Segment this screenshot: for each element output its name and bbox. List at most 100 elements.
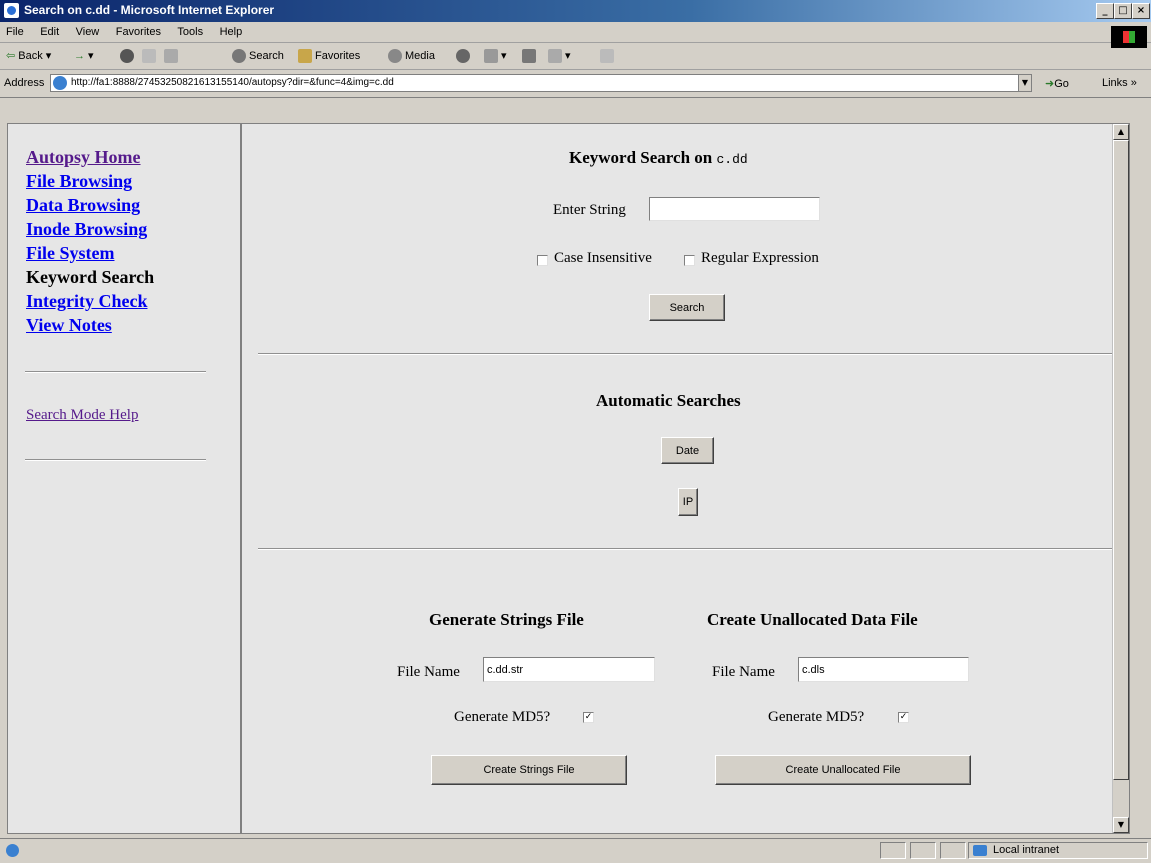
menu-tools[interactable]: Tools: [171, 23, 209, 41]
nav-keyword-search: Keyword Search: [26, 267, 155, 287]
nav-frame: Autopsy Home File Browsing Data Browsing…: [8, 124, 242, 833]
strings-md5-label: Generate MD5?: [454, 709, 551, 725]
date-button[interactable]: Date: [661, 437, 714, 464]
discuss-icon: [600, 49, 614, 63]
regular-expression-checkbox[interactable]: [684, 255, 695, 266]
ie-logo-icon: [4, 3, 19, 18]
section-divider-2: [258, 548, 1117, 550]
nav-divider: [25, 371, 206, 373]
search-mode-help-link[interactable]: Search Mode Help: [26, 407, 138, 424]
nav-data-browsing[interactable]: Data Browsing: [26, 195, 140, 216]
unalloc-file-name-label: File Name: [712, 664, 775, 680]
menu-view[interactable]: View: [70, 23, 106, 41]
automatic-searches-heading: Automatic Searches: [596, 391, 741, 410]
page-content: Autopsy Home File Browsing Data Browsing…: [7, 123, 1130, 834]
nav-file-browsing[interactable]: File Browsing: [26, 171, 132, 192]
links-button[interactable]: Links »: [1102, 77, 1137, 89]
status-panel-2: [910, 842, 936, 859]
nav-inode-browsing[interactable]: Inode Browsing: [26, 219, 147, 240]
enter-string-label: Enter String: [553, 202, 626, 218]
unalloc-md5-checkbox[interactable]: ✓: [898, 712, 909, 723]
favorites-icon: [298, 49, 312, 63]
generate-strings-heading: Generate Strings File: [429, 610, 584, 629]
nav-integrity-check[interactable]: Integrity Check: [26, 291, 147, 312]
create-strings-file-button[interactable]: Create Strings File: [431, 755, 627, 785]
history-button[interactable]: [456, 49, 473, 63]
menu-file[interactable]: File: [0, 23, 30, 41]
search-button[interactable]: Search: [649, 294, 725, 321]
search-toolbar-label: Search: [249, 49, 284, 62]
stop-icon: [120, 49, 134, 63]
media-icon: [388, 49, 402, 63]
nav-file-system[interactable]: File System: [26, 243, 114, 264]
main-frame: Keyword Search on c.dd Enter String Case…: [244, 124, 1129, 833]
refresh-icon: [142, 49, 156, 63]
nav-divider-bottom: [25, 459, 206, 461]
edit-icon: [548, 49, 562, 64]
minimize-button[interactable]: _: [1096, 3, 1114, 19]
address-bar: Address http://fa1:8888/2745325082161315…: [0, 71, 1151, 98]
scroll-thumb[interactable]: [1113, 140, 1129, 780]
stop-button[interactable]: [120, 49, 137, 63]
menu-help[interactable]: Help: [214, 23, 249, 41]
create-unallocated-heading: Create Unallocated Data File: [707, 610, 918, 629]
go-arrow-icon: ➜: [1045, 78, 1055, 90]
strings-md5-checkbox[interactable]: ✓: [583, 712, 594, 723]
zone-panel: Local intranet: [968, 842, 1148, 859]
edit-button[interactable]: ▾: [548, 49, 571, 64]
address-input[interactable]: http://fa1:8888/27453250821613155140/aut…: [50, 74, 1032, 92]
keyword-search-heading: Keyword Search on c.dd: [569, 148, 748, 168]
forward-button[interactable]: → ▾: [74, 49, 94, 62]
strings-file-name-input[interactable]: [483, 657, 655, 682]
media-label: Media: [405, 49, 435, 62]
back-label: Back: [18, 50, 43, 62]
address-label: Address: [4, 77, 45, 89]
intranet-icon: [973, 845, 987, 856]
home-button[interactable]: [164, 49, 181, 63]
maximize-button[interactable]: □: [1114, 3, 1132, 19]
history-icon: [456, 49, 470, 63]
address-url: http://fa1:8888/27453250821613155140/aut…: [71, 77, 394, 88]
menu-edit[interactable]: Edit: [34, 23, 65, 41]
address-dropdown-icon[interactable]: ▼: [1018, 74, 1032, 92]
print-icon: [522, 49, 536, 63]
forward-arrow-icon: →: [74, 50, 85, 62]
scroll-up-icon[interactable]: ▲: [1113, 124, 1129, 140]
status-panel-1: [880, 842, 906, 859]
go-button[interactable]: ➜Go: [1045, 77, 1069, 90]
close-button[interactable]: ×: [1132, 3, 1150, 19]
refresh-button[interactable]: [142, 49, 159, 63]
search-icon: [232, 49, 246, 63]
search-string-input[interactable]: [649, 197, 820, 221]
menu-favorites[interactable]: Favorites: [110, 23, 167, 41]
title-bar: Search on c.dd - Microsoft Internet Expl…: [0, 0, 1151, 22]
ip-button[interactable]: IP: [678, 488, 698, 516]
home-icon: [164, 49, 178, 63]
unalloc-md5-label: Generate MD5?: [768, 709, 865, 725]
section-divider-1: [258, 353, 1117, 355]
keyword-search-title: Keyword Search on: [569, 148, 713, 167]
nav-autopsy-home[interactable]: Autopsy Home: [26, 147, 141, 168]
unalloc-file-name-input[interactable]: [798, 657, 969, 682]
window-title: Search on c.dd - Microsoft Internet Expl…: [24, 3, 275, 17]
strings-file-name-label: File Name: [397, 664, 460, 680]
mail-icon: [484, 49, 498, 64]
toolbar: ⇦ Back ▾ → ▾ Search Favorites Media ▾ ▾: [0, 43, 1151, 70]
go-label: Go: [1054, 78, 1069, 90]
scroll-down-icon[interactable]: ▼: [1113, 817, 1129, 833]
print-button[interactable]: [522, 49, 539, 63]
mail-button[interactable]: ▾: [484, 49, 507, 64]
vertical-scrollbar[interactable]: ▲ ▼: [1112, 124, 1129, 833]
discuss-button[interactable]: [600, 49, 617, 63]
search-button-toolbar[interactable]: Search: [232, 49, 284, 63]
page-icon: [53, 76, 67, 90]
zone-label: Local intranet: [993, 844, 1060, 856]
case-insensitive-checkbox[interactable]: [537, 255, 548, 266]
media-button[interactable]: Media: [388, 49, 435, 63]
status-bar: Local intranet: [0, 838, 1151, 863]
nav-view-notes[interactable]: View Notes: [26, 315, 112, 336]
favorites-button[interactable]: Favorites: [298, 49, 360, 63]
create-unallocated-file-button[interactable]: Create Unallocated File: [715, 755, 971, 785]
page-status-icon: [6, 844, 19, 857]
back-button[interactable]: ⇦ Back ▾: [6, 49, 51, 62]
